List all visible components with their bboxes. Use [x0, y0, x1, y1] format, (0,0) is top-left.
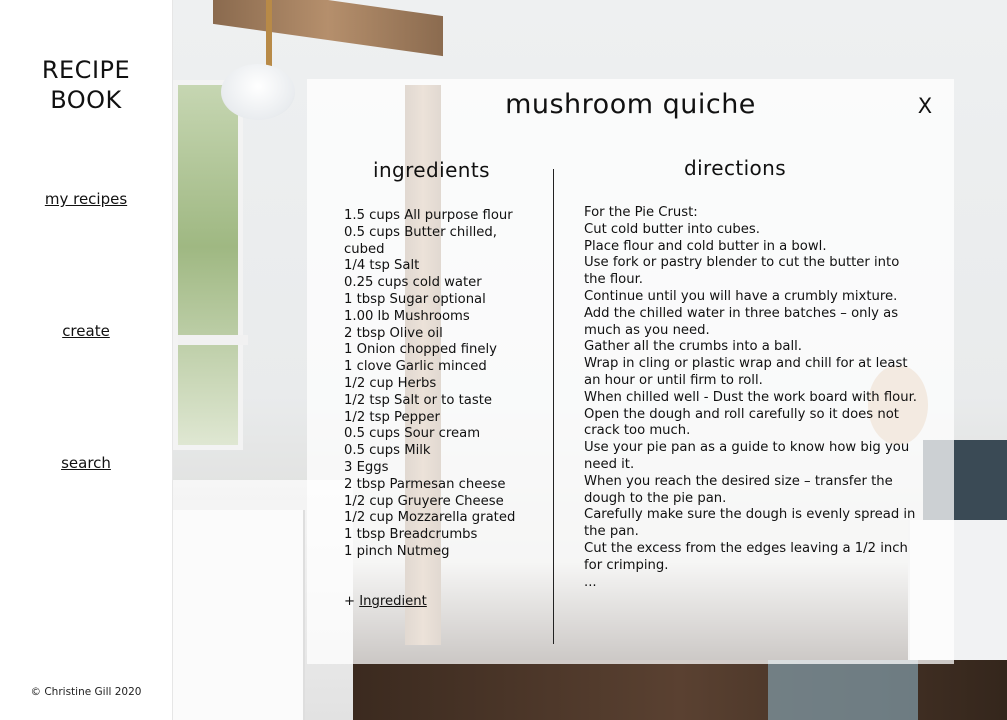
ingredient-item: 0.5 cups Butter chilled, cubed: [344, 224, 497, 257]
ingredient-item: 2 tbsp Olive oil: [344, 325, 443, 341]
direction-step: Continue until you will have a crumbly m…: [584, 288, 898, 304]
add-ingredient-label[interactable]: Ingredient: [359, 594, 427, 609]
recipe-card: mushroom quiche X ingredients directions…: [307, 79, 954, 664]
recipe-title: mushroom quiche: [505, 89, 756, 120]
direction-step: Add the chilled water in three batches –…: [584, 305, 899, 338]
ingredient-item: 1/2 cup Herbs: [344, 375, 437, 391]
direction-step: ...: [584, 574, 597, 590]
ingredients-heading: ingredients: [373, 158, 490, 182]
direction-step: Cut cold butter into cubes.: [584, 221, 760, 237]
pendant-rod: [266, 0, 272, 72]
ingredient-item: 0.5 cups Sour cream: [344, 426, 481, 442]
window: [173, 80, 248, 450]
close-button[interactable]: X: [915, 93, 935, 119]
ceiling-beam: [213, 0, 443, 57]
ingredient-item: 1.5 cups All purpose flour: [344, 208, 513, 223]
copyright-footer: © Christine Gill 2020: [30, 686, 142, 698]
ingredient-item: 1 tbsp Sugar optional: [344, 291, 486, 307]
ingredient-item: 1 clove Garlic minced: [344, 359, 487, 375]
ingredient-item: 1 tbsp Breadcrumbs: [344, 527, 478, 543]
nav-create[interactable]: create: [0, 322, 172, 340]
pendant-lamp: [221, 64, 295, 120]
direction-step: Open the dough and roll carefully so it …: [584, 406, 899, 439]
add-ingredient-link[interactable]: + Ingredient: [344, 594, 427, 609]
ingredient-item: 1/4 tsp Salt: [344, 258, 420, 274]
nav-my-recipes[interactable]: my recipes: [0, 190, 172, 208]
direction-step: Place flour and cold butter in a bowl.: [584, 238, 827, 254]
directions-heading: directions: [684, 156, 787, 180]
direction-step: When chilled well - Dust the work board …: [584, 389, 917, 405]
direction-step: Cut the excess from the edges leaving a …: [584, 540, 908, 573]
direction-step: When you reach the desired size – transf…: [584, 473, 893, 506]
ingredient-item: 1.00 lb Mushrooms: [344, 308, 470, 324]
ingredient-item: 1/2 cup Gruyere Cheese: [344, 493, 504, 509]
ingredient-item: 1 pinch Nutmeg: [344, 543, 450, 559]
direction-step: Carefully make sure the dough is evenly …: [584, 507, 916, 540]
sidebar: RECIPE BOOK my recipes create search © C…: [0, 0, 173, 720]
ingredient-item: 0.5 cups Milk: [344, 443, 431, 459]
direction-step: Use your pie pan as a guide to know how …: [584, 440, 910, 472]
add-ingredient-prefix: +: [344, 594, 360, 609]
ingredient-item: 1/2 tsp Salt or to taste: [344, 392, 493, 408]
direction-step: Wrap in cling or plastic wrap and chill …: [584, 356, 908, 388]
brand-title-line2: BOOK: [50, 86, 122, 114]
brand-title-line1: RECIPE: [41, 56, 131, 84]
ingredient-item: 1/2 tsp Pepper: [344, 409, 440, 425]
direction-step: Use fork or pastry blender to cut the bu…: [584, 255, 900, 288]
nav-search[interactable]: search: [0, 454, 172, 472]
ingredient-item: 3 Eggs: [344, 459, 389, 475]
directions-list: For the Pie Crust: Cut cold butter into …: [584, 205, 918, 591]
direction-step: For the Pie Crust:: [584, 205, 698, 220]
ingredients-list: 1.5 cups All purpose flour 0.5 cups Butt…: [344, 208, 524, 561]
direction-step: Gather all the crumbs into a ball.: [584, 339, 802, 355]
farmhouse-sink: [173, 510, 305, 720]
ingredient-item: 1/2 cup Mozzarella grated: [344, 510, 516, 526]
ingredient-item: 0.25 cups cold water: [344, 275, 482, 291]
column-divider: [553, 169, 554, 644]
ingredient-item: 1 Onion chopped finely: [344, 342, 497, 358]
rug: [768, 660, 918, 720]
ingredient-item: 2 tbsp Parmesan cheese: [344, 476, 506, 492]
